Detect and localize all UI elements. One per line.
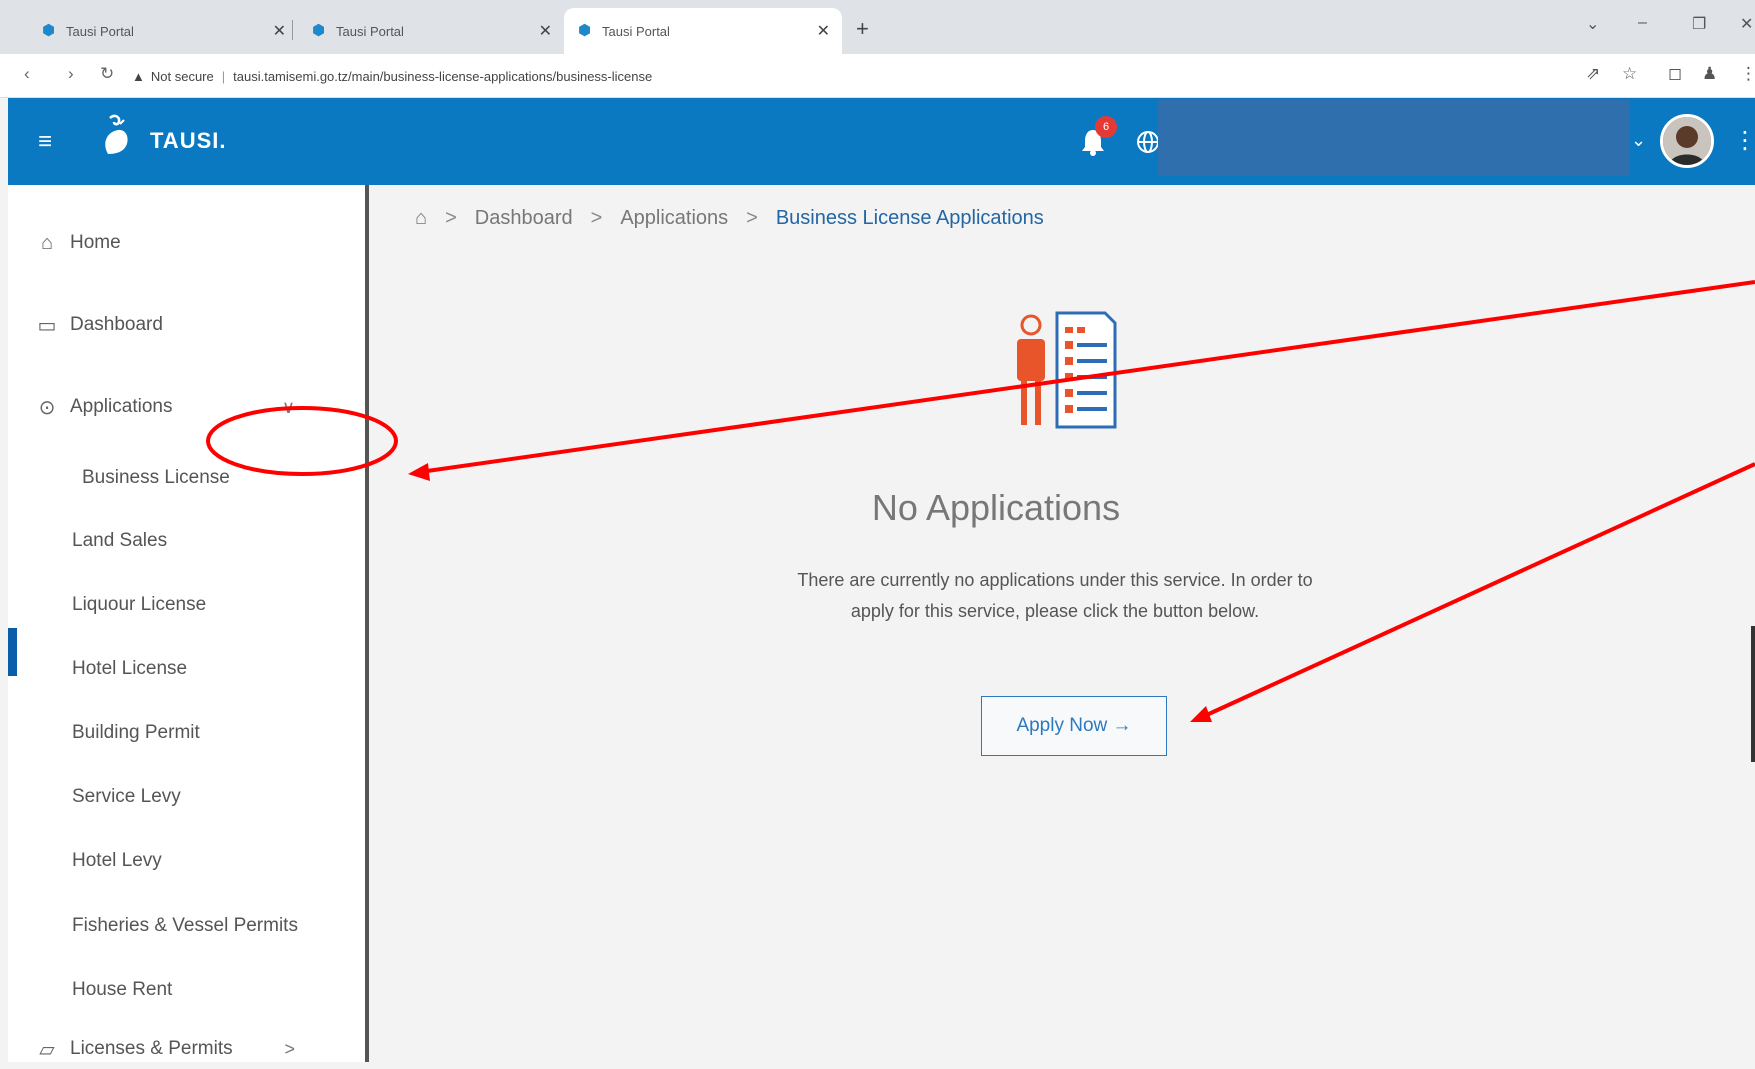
sidebar-item-licenses-permits[interactable]: ▱ Licenses & Permits > bbox=[8, 1029, 365, 1069]
security-label: Not secure bbox=[150, 68, 214, 84]
back-icon[interactable]: ‹ bbox=[24, 64, 30, 84]
reload-icon[interactable]: ↻ bbox=[100, 64, 114, 84]
tab-search-icon[interactable]: ⌄ bbox=[1586, 14, 1599, 34]
browser-tab-active[interactable]: ⬢ Tausi Portal ✕ bbox=[564, 8, 842, 54]
tab-favicon-icon: ⬢ bbox=[578, 22, 592, 39]
sidebar-subitem-land-sales[interactable]: Land Sales bbox=[8, 521, 365, 561]
tab-title: Tausi Portal bbox=[602, 23, 670, 39]
sidebar-subitem-fisheries[interactable]: Fisheries & Vessel Permits bbox=[8, 906, 365, 946]
folder-icon: ▱ bbox=[39, 1038, 55, 1061]
close-window-icon[interactable]: ✕ bbox=[1740, 14, 1753, 34]
breadcrumb-dashboard[interactable]: Dashboard bbox=[475, 207, 573, 230]
sidebar-item-home[interactable]: ⌂ Home bbox=[8, 223, 365, 263]
empty-state-title: No Applications bbox=[871, 487, 1121, 528]
sidebar-item-label: Applications bbox=[70, 396, 173, 417]
browser-tab-strip: ⬢ Tausi Portal ✕ ⬢ Tausi Portal ✕ ⬢ Taus… bbox=[0, 0, 1755, 54]
tab-favicon-icon: ⬢ bbox=[42, 22, 56, 39]
language-globe-icon[interactable] bbox=[1136, 130, 1160, 154]
breadcrumb-separator: > bbox=[746, 207, 758, 229]
app-header: ≡ TAUSI. 6 ⌄ ⋮ bbox=[8, 98, 1755, 185]
sidebar-subitem-business-license[interactable]: Business License bbox=[8, 458, 365, 498]
profile-icon[interactable]: ♟ bbox=[1702, 64, 1717, 84]
sidebar-subitem-building-permit[interactable]: Building Permit bbox=[8, 713, 365, 753]
url-text: tausi.tamisemi.go.tz/main/business-licen… bbox=[233, 68, 653, 84]
minimize-icon[interactable]: – bbox=[1638, 14, 1647, 32]
sidebar-item-label: Home bbox=[70, 232, 121, 253]
briefcase-icon: ▭ bbox=[37, 314, 57, 337]
more-options-icon[interactable]: ⋮ bbox=[1733, 126, 1755, 155]
extension-icon[interactable]: ◻ bbox=[1668, 64, 1682, 84]
url-field[interactable]: ▲ Not secure | tausi.tamisemi.go.tz/main… bbox=[132, 61, 1572, 91]
breadcrumb-separator: > bbox=[445, 207, 457, 229]
sidebar-subitem-label: Business License bbox=[82, 467, 230, 488]
sidebar-subitem-liquour-license[interactable]: Liquour License bbox=[8, 585, 365, 625]
address-bar: ‹ › ↻ ▲ Not secure | tausi.tamisemi.go.t… bbox=[0, 54, 1755, 98]
breadcrumb-separator: > bbox=[590, 207, 603, 229]
tab-close-icon[interactable]: ✕ bbox=[273, 21, 286, 41]
user-info-panel bbox=[1158, 100, 1630, 176]
empty-state-illustration-icon bbox=[1017, 311, 1117, 429]
new-tab-button[interactable]: + bbox=[856, 16, 869, 42]
breadcrumb: ⌂ > Dashboard > Applications > Business … bbox=[415, 207, 1044, 230]
avatar[interactable] bbox=[1660, 114, 1714, 168]
chevron-right-icon: > bbox=[284, 1038, 295, 1059]
tab-close-icon[interactable]: ✕ bbox=[817, 21, 830, 41]
tab-divider bbox=[292, 20, 293, 40]
sidebar-item-label: Licenses & Permits bbox=[70, 1038, 233, 1059]
tab-favicon-icon: ⬢ bbox=[312, 22, 326, 39]
sidebar-subitem-label: Building Permit bbox=[72, 722, 200, 743]
main-content: ⌂ > Dashboard > Applications > Business … bbox=[369, 185, 1755, 1062]
notification-badge: 6 bbox=[1095, 116, 1117, 138]
breadcrumb-current: Business License Applications bbox=[775, 207, 1044, 229]
sidebar-item-applications[interactable]: ⊙ Applications ∨ bbox=[8, 387, 365, 427]
sidebar-subitem-label: Land Sales bbox=[72, 530, 168, 551]
sidebar-subitem-label: Hotel Levy bbox=[72, 850, 162, 871]
user-avatar-icon bbox=[1663, 117, 1711, 165]
browser-tab[interactable]: ⬢ Tausi Portal ✕ bbox=[298, 8, 564, 54]
sidebar-subitem-hotel-license[interactable]: Hotel License bbox=[8, 649, 365, 689]
sidebar-subitem-label: House Rent bbox=[72, 979, 173, 1000]
sidebar-subitem-label: Hotel License bbox=[72, 658, 188, 679]
sidebar-subitem-label: Liquour License bbox=[72, 594, 207, 615]
browser-tab[interactable]: ⬢ Tausi Portal ✕ bbox=[28, 8, 298, 54]
chevron-down-icon: ∨ bbox=[281, 396, 295, 417]
sidebar-subitem-house-rent[interactable]: House Rent bbox=[8, 970, 365, 1010]
side-widget-edge bbox=[1751, 626, 1755, 762]
hamburger-menu-icon[interactable]: ≡ bbox=[38, 128, 52, 156]
sidebar-item-dashboard[interactable]: ▭ Dashboard bbox=[8, 305, 365, 345]
applications-icon: ⊙ bbox=[38, 396, 56, 419]
forward-icon[interactable]: › bbox=[68, 64, 74, 84]
home-icon[interactable]: ⌂ bbox=[415, 207, 427, 230]
sidebar-subitem-label: Fisheries & Vessel Permits bbox=[72, 915, 298, 936]
tab-title: Tausi Portal bbox=[66, 23, 134, 39]
menu-icon[interactable]: ⋮ bbox=[1740, 64, 1755, 84]
breadcrumb-applications[interactable]: Applications bbox=[620, 207, 728, 230]
sidebar-subitem-hotel-levy[interactable]: Hotel Levy bbox=[8, 841, 365, 881]
empty-state-description: There are currently no applications unde… bbox=[797, 570, 1313, 621]
tab-title: Tausi Portal bbox=[336, 23, 404, 39]
share-icon[interactable]: ⇗ bbox=[1586, 64, 1600, 84]
tausi-logo-icon bbox=[105, 114, 128, 154]
sidebar-subitem-service-levy[interactable]: Service Levy bbox=[8, 777, 365, 817]
apply-now-button[interactable]: Apply Now → bbox=[981, 696, 1167, 756]
sidebar-item-label: Dashboard bbox=[70, 314, 163, 335]
sidebar-subitem-label: Service Levy bbox=[72, 786, 181, 807]
home-icon: ⌂ bbox=[40, 231, 54, 254]
warning-icon: ▲ bbox=[132, 68, 145, 84]
bookmark-star-icon[interactable]: ☆ bbox=[1622, 64, 1637, 84]
brand-name: TAUSI. bbox=[150, 128, 227, 153]
maximize-icon[interactable]: ❐ bbox=[1692, 14, 1706, 34]
chevron-down-icon[interactable]: ⌄ bbox=[1631, 130, 1646, 151]
url-divider: | bbox=[221, 68, 226, 84]
tab-close-icon[interactable]: ✕ bbox=[539, 21, 552, 41]
sidebar: ⌂ Home ▭ Dashboard ⊙ Applications ∨ Busi… bbox=[8, 185, 369, 1062]
